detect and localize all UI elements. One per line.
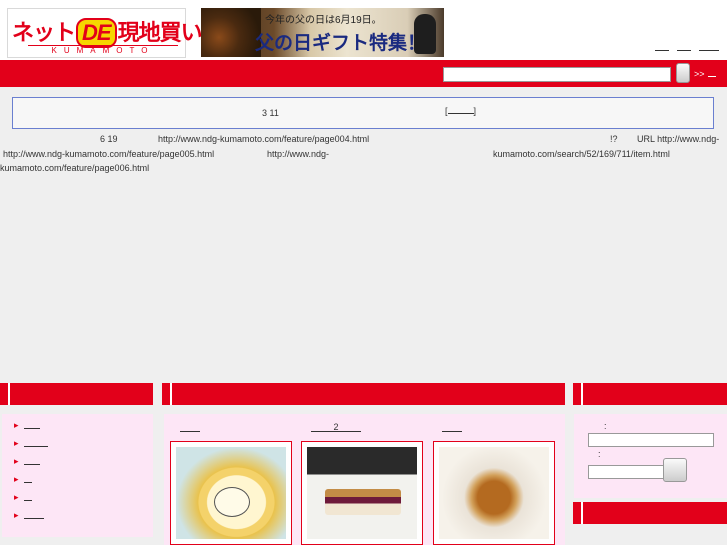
side-search-panel — [574, 414, 727, 498]
product-card-2[interactable] — [301, 441, 423, 545]
intro-url-start[interactable]: URL http://www.ndg- — [637, 134, 719, 144]
side-search-input-1[interactable] — [588, 433, 714, 447]
product-tab-1[interactable] — [180, 422, 200, 434]
site-header: ネット DE 現地買い! KUMAMOTO 今年の父の日は6月19日。 父の日ギフト… — [0, 0, 727, 60]
category-item-5[interactable] — [14, 491, 48, 509]
product-tab-3[interactable] — [442, 422, 462, 434]
banner-title: 父の日ギフト特集！ — [255, 33, 427, 54]
side-search-label-1: : — [604, 421, 607, 431]
intro-link-1[interactable]: http://www.ndg-kumamoto.com/feature/page… — [158, 134, 369, 144]
header-link-2[interactable] — [677, 42, 691, 51]
side-search-input-2[interactable] — [588, 465, 665, 479]
header-link-3[interactable] — [699, 42, 719, 51]
search-input[interactable] — [443, 67, 671, 82]
search-button[interactable] — [676, 63, 690, 83]
header-links — [655, 42, 719, 51]
side-search-label-2: : — [598, 449, 601, 459]
intro-date: 6 19 — [100, 134, 118, 144]
category-item-2[interactable] — [14, 437, 48, 455]
product-card-3[interactable] — [433, 441, 555, 545]
banner-food-image — [201, 8, 261, 57]
intro-link-3-end[interactable]: kumamoto.com/feature/page006.html — [0, 163, 149, 173]
intro-link-2[interactable]: http://www.ndg-kumamoto.com/feature/page… — [3, 149, 214, 159]
product-image-sandwich-cake — [307, 447, 417, 539]
category-item-1[interactable] — [14, 419, 48, 437]
side-search-button[interactable] — [663, 458, 687, 482]
fathers-day-banner[interactable]: 今年の父の日は6月19日。 父の日ギフト特集！ — [201, 8, 444, 57]
category-item-4[interactable] — [14, 473, 48, 491]
category-item-3[interactable] — [14, 455, 48, 473]
logo-title: ネット DE 現地買い! — [12, 15, 209, 48]
header-link-1[interactable] — [655, 42, 669, 51]
advanced-search-link[interactable]: >> — [694, 69, 716, 79]
intro-question: !? — [610, 134, 618, 144]
notice-box: 3 11 [] — [12, 97, 714, 129]
notice-link[interactable]: [] — [445, 106, 476, 116]
category-list — [14, 419, 48, 527]
product-card-1[interactable] — [170, 441, 292, 545]
product-tab-2[interactable]: 2 — [311, 422, 361, 432]
logo-subtitle: KUMAMOTO — [28, 45, 178, 56]
site-logo[interactable]: ネット DE 現地買い! KUMAMOTO — [7, 8, 209, 58]
right-section-header — [573, 383, 727, 405]
left-section-header — [0, 383, 153, 405]
category-panel — [2, 414, 153, 537]
intro-link-item[interactable]: kumamoto.com/search/52/169/711/item.html — [493, 149, 670, 159]
center-section-header — [162, 383, 565, 405]
right-section-header-2 — [573, 502, 727, 524]
banner-subtitle: 今年の父の日は6月19日。 — [265, 15, 382, 26]
product-image-roll-cake — [176, 447, 286, 539]
category-item-6[interactable] — [14, 509, 48, 527]
products-panel: 2 — [164, 414, 565, 545]
product-image-fried-bread — [439, 447, 549, 539]
notice-text: 3 11 — [262, 108, 279, 118]
intro-link-3-start[interactable]: http://www.ndg- — [267, 149, 329, 159]
